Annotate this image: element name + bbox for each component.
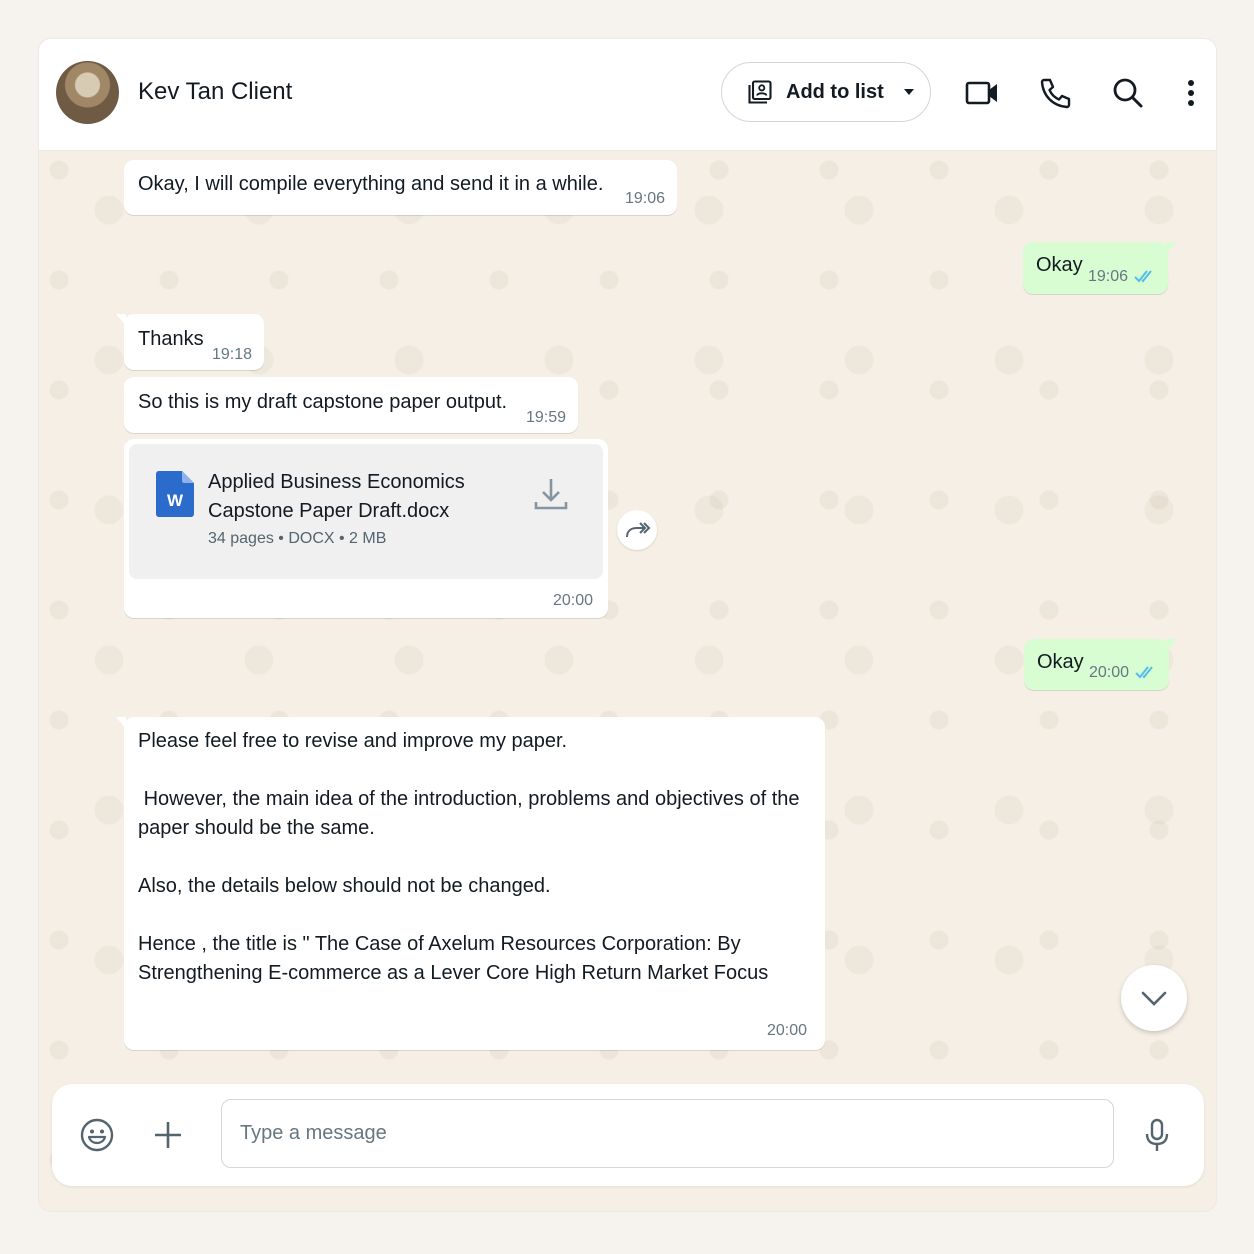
message-text: Thanks xyxy=(138,328,204,350)
chat-window: Kev Tan Client Add to list Okay, I will … xyxy=(39,39,1216,1211)
more-options-button[interactable] xyxy=(1171,73,1211,113)
message-text: Please feel free to revise and improve m… xyxy=(138,730,800,984)
bubble-tail xyxy=(116,717,126,729)
caret-down-icon xyxy=(903,89,914,95)
message-time: 20:00 xyxy=(1089,664,1130,681)
read-receipt-icon xyxy=(1135,666,1153,679)
emoji-icon xyxy=(80,1118,114,1152)
message-time: 19:06 xyxy=(1088,268,1129,285)
search-button[interactable] xyxy=(1108,73,1148,113)
chat-header: Kev Tan Client Add to list xyxy=(39,39,1216,151)
download-icon[interactable] xyxy=(531,474,571,514)
add-to-list-button[interactable]: Add to list xyxy=(721,62,931,122)
word-document-icon: W xyxy=(156,471,194,517)
message-time: 20:00 xyxy=(767,1022,808,1039)
contact-list-icon xyxy=(748,80,772,104)
chevron-down-icon xyxy=(1141,991,1167,1006)
message-text: So this is my draft capstone paper outpu… xyxy=(138,391,508,413)
more-vertical-icon xyxy=(1188,80,1194,106)
document-card[interactable]: W Applied Business Economics Capstone Pa… xyxy=(129,444,603,579)
message-input[interactable] xyxy=(221,1099,1114,1168)
bubble-tail xyxy=(116,314,126,326)
bubble-tail xyxy=(1166,242,1176,254)
bubble-tail xyxy=(1167,639,1177,651)
message-incoming[interactable]: So this is my draft capstone paper outpu… xyxy=(124,377,578,433)
contact-name[interactable]: Kev Tan Client xyxy=(138,78,292,106)
message-time: 19:06 xyxy=(625,190,666,207)
document-meta: 34 pages • DOCX • 2 MB xyxy=(208,530,387,547)
message-outgoing[interactable]: Okay 19:06 xyxy=(1023,242,1176,294)
forward-icon xyxy=(626,522,651,538)
message-time: 20:00 xyxy=(553,592,594,609)
message-incoming[interactable]: Okay, I will compile everything and send… xyxy=(124,160,677,215)
avatar[interactable] xyxy=(56,61,119,124)
read-receipt-icon xyxy=(1134,270,1152,283)
microphone-icon xyxy=(1145,1118,1169,1151)
message-time: 19:18 xyxy=(212,346,253,363)
message-composer xyxy=(52,1084,1204,1186)
voice-message-button[interactable] xyxy=(1137,1115,1177,1155)
document-name-line1: Applied Business Economics xyxy=(208,471,465,493)
plus-icon xyxy=(155,1122,181,1148)
forward-button[interactable] xyxy=(617,510,657,550)
document-name: Applied Business Economics Capstone Pape… xyxy=(208,468,465,526)
search-icon xyxy=(1113,78,1143,108)
svg-text:W: W xyxy=(167,491,184,510)
message-outgoing[interactable]: Okay 20:00 xyxy=(1024,639,1177,690)
message-document[interactable]: W Applied Business Economics Capstone Pa… xyxy=(124,439,608,618)
document-name-line2: Capstone Paper Draft.docx xyxy=(208,500,450,522)
video-call-icon xyxy=(965,81,997,105)
message-time: 19:59 xyxy=(526,409,567,426)
emoji-button[interactable] xyxy=(77,1115,117,1155)
message-text: Okay xyxy=(1036,254,1083,276)
message-text: Okay, I will compile everything and send… xyxy=(138,173,604,195)
attach-button[interactable] xyxy=(148,1115,188,1155)
add-to-list-label: Add to list xyxy=(786,80,884,103)
phone-icon xyxy=(1040,78,1071,109)
message-incoming[interactable]: Thanks 19:18 xyxy=(116,314,264,370)
video-call-button[interactable] xyxy=(962,73,1002,113)
message-text: Okay xyxy=(1037,651,1084,673)
message-incoming[interactable]: Please feel free to revise and improve m… xyxy=(116,717,825,1050)
scroll-to-bottom-button[interactable] xyxy=(1121,965,1187,1031)
voice-call-button[interactable] xyxy=(1035,73,1075,113)
